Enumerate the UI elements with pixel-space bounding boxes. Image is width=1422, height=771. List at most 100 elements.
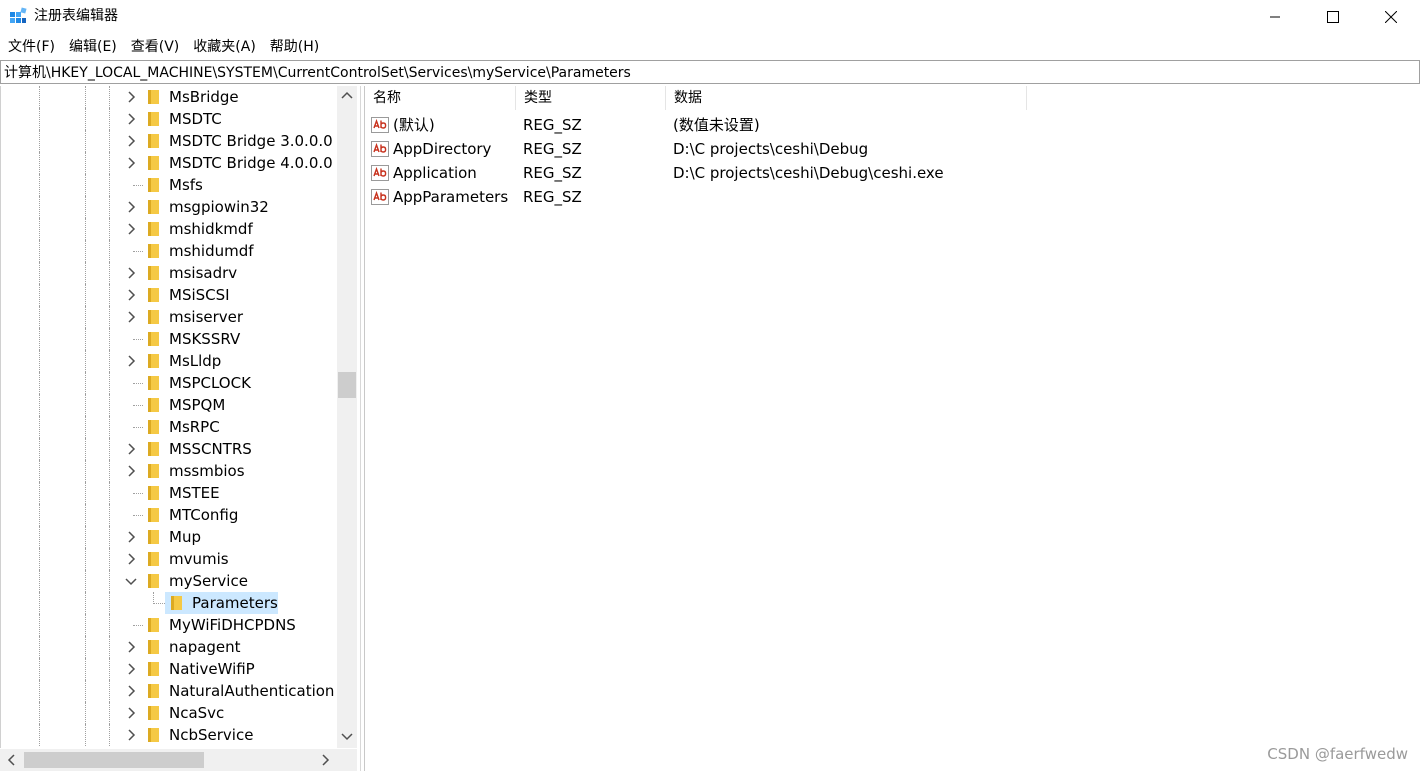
chevron-right-icon[interactable] — [124, 354, 138, 368]
tree-guide-line — [109, 86, 110, 108]
tree-guide-line — [39, 614, 40, 636]
tree-guide-line — [85, 284, 86, 306]
value-row[interactable]: (默认) REG_SZ (数值未设置) — [365, 113, 1422, 137]
chevron-right-icon[interactable] — [124, 266, 138, 280]
tree-vertical-scroll-thumb[interactable] — [338, 372, 356, 398]
tree-node[interactable]: NcaSvc — [1, 702, 342, 724]
tree-node[interactable]: mshidumdf — [1, 240, 342, 262]
tree-guide-line — [85, 592, 86, 614]
tree-node[interactable]: MsRPC — [1, 416, 342, 438]
menu-view[interactable]: 查看(V) — [124, 36, 187, 58]
value-data: D:\C projects\ceshi\Debug\ceshi.exe — [673, 164, 944, 182]
column-header-type[interactable]: 类型 — [516, 86, 666, 110]
value-data: D:\C projects\ceshi\Debug — [673, 140, 869, 158]
tree-node[interactable]: msgpiowin32 — [1, 196, 342, 218]
string-value-icon — [371, 165, 389, 181]
chevron-right-icon[interactable] — [124, 288, 138, 302]
tree-node[interactable]: MSDTC Bridge 4.0.0.0 — [1, 152, 342, 174]
chevron-right-icon[interactable] — [124, 134, 138, 148]
tree-node[interactable]: MSPQM — [1, 394, 342, 416]
tree-node[interactable]: MsBridge — [1, 86, 342, 108]
folder-icon — [148, 530, 159, 544]
tree-horizontal-scrollbar[interactable] — [0, 749, 341, 771]
scroll-down-icon[interactable] — [341, 732, 353, 742]
tree-node[interactable]: MSDTC Bridge 3.0.0.0 — [1, 130, 342, 152]
value-name: Application — [393, 164, 477, 182]
menu-favorites[interactable]: 收藏夹(A) — [186, 36, 263, 58]
tree-node[interactable]: msiserver — [1, 306, 342, 328]
value-row[interactable]: AppParameters REG_SZ — [365, 185, 1422, 209]
tree-node[interactable]: MSiSCSI — [1, 284, 342, 306]
chevron-right-icon[interactable] — [124, 156, 138, 170]
tree-guide-line — [109, 152, 110, 174]
chevron-right-icon[interactable] — [124, 464, 138, 478]
tree-guide-line — [85, 482, 86, 504]
scroll-right-icon[interactable] — [321, 754, 331, 766]
tree-guide-line — [85, 196, 86, 218]
tree-node[interactable]: MSPCLOCK — [1, 372, 342, 394]
chevron-right-icon[interactable] — [124, 640, 138, 654]
tree-guide-line — [109, 614, 110, 636]
value-row[interactable]: AppDirectory REG_SZ D:\C projects\ceshi\De… — [365, 137, 1422, 161]
address-path: 计算机\HKEY_LOCAL_MACHINE\SYSTEM\CurrentCon… — [4, 65, 631, 81]
tree-node[interactable]: mssmbios — [1, 460, 342, 482]
tree-node[interactable]: Mup — [1, 526, 342, 548]
tree-node[interactable]: napagent — [1, 636, 342, 658]
chevron-down-icon[interactable] — [124, 574, 138, 588]
folder-icon — [148, 684, 159, 698]
tree-node[interactable]: myService — [1, 570, 342, 592]
tree-guide-line — [39, 438, 40, 460]
tree-node[interactable]: MSDTC — [1, 108, 342, 130]
tree-node[interactable]: Parameters — [1, 592, 342, 614]
tree-node[interactable]: MSSCNTRS — [1, 438, 342, 460]
tree-node-label: MSiSCSI — [169, 286, 230, 304]
chevron-right-icon[interactable] — [124, 90, 138, 104]
chevron-right-icon[interactable] — [124, 530, 138, 544]
maximize-button[interactable] — [1304, 0, 1362, 33]
tree-node[interactable]: MSKSSRV — [1, 328, 342, 350]
tree-node[interactable]: NaturalAuthentication — [1, 680, 342, 702]
tree-node[interactable]: MSTEE — [1, 482, 342, 504]
tree-node-label: NcbService — [169, 726, 254, 744]
chevron-right-icon[interactable] — [124, 222, 138, 236]
value-row[interactable]: Application REG_SZ D:\C projects\ceshi\Deb… — [365, 161, 1422, 185]
tree-node[interactable]: MTConfig — [1, 504, 342, 526]
chevron-right-icon[interactable] — [124, 662, 138, 676]
key-tree: MsBridge MSDTC MSDTC Bridge 3.0.0.0 MSDTC B… — [0, 86, 342, 748]
menu-file[interactable]: 文件(F) — [0, 36, 62, 58]
tree-node[interactable]: msisadrv — [1, 262, 342, 284]
column-header-name[interactable]: 名称 — [365, 86, 516, 110]
tree-guide-line — [109, 130, 110, 152]
tree-node[interactable]: MyWiFiDHCPDNS — [1, 614, 342, 636]
menu-edit[interactable]: 编辑(E) — [62, 36, 124, 58]
chevron-right-icon[interactable] — [124, 310, 138, 324]
chevron-right-icon[interactable] — [124, 442, 138, 456]
menu-help[interactable]: 帮助(H) — [263, 36, 326, 58]
tree-node[interactable]: NcbService — [1, 724, 342, 746]
address-bar[interactable]: 计算机\HKEY_LOCAL_MACHINE\SYSTEM\CurrentCon… — [0, 60, 1420, 84]
scroll-left-icon[interactable] — [6, 754, 16, 766]
scroll-up-icon[interactable] — [341, 90, 353, 100]
tree-node-label: MsLldp — [169, 352, 222, 370]
folder-icon — [148, 332, 159, 346]
chevron-right-icon[interactable] — [124, 728, 138, 742]
close-button[interactable] — [1362, 0, 1420, 33]
chevron-right-icon[interactable] — [124, 200, 138, 214]
tree-guide-line — [39, 394, 40, 416]
chevron-right-icon[interactable] — [124, 684, 138, 698]
tree-node[interactable]: MsLldp — [1, 350, 342, 372]
chevron-right-icon[interactable] — [124, 552, 138, 566]
chevron-right-icon[interactable] — [124, 706, 138, 720]
tree-node[interactable]: mvumis — [1, 548, 342, 570]
tree-horizontal-scroll-thumb[interactable] — [24, 752, 204, 768]
tree-vertical-scrollbar[interactable] — [337, 86, 357, 748]
folder-icon — [148, 244, 159, 258]
tree-node[interactable]: mshidkmdf — [1, 218, 342, 240]
tree-guide-line — [39, 416, 40, 438]
minimize-button[interactable] — [1246, 0, 1304, 33]
tree-node[interactable]: NativeWifiP — [1, 658, 342, 680]
column-header-data[interactable]: 数据 — [666, 86, 1027, 110]
tree-guide-line — [109, 218, 110, 240]
tree-node[interactable]: Msfs — [1, 174, 342, 196]
chevron-right-icon[interactable] — [124, 112, 138, 126]
